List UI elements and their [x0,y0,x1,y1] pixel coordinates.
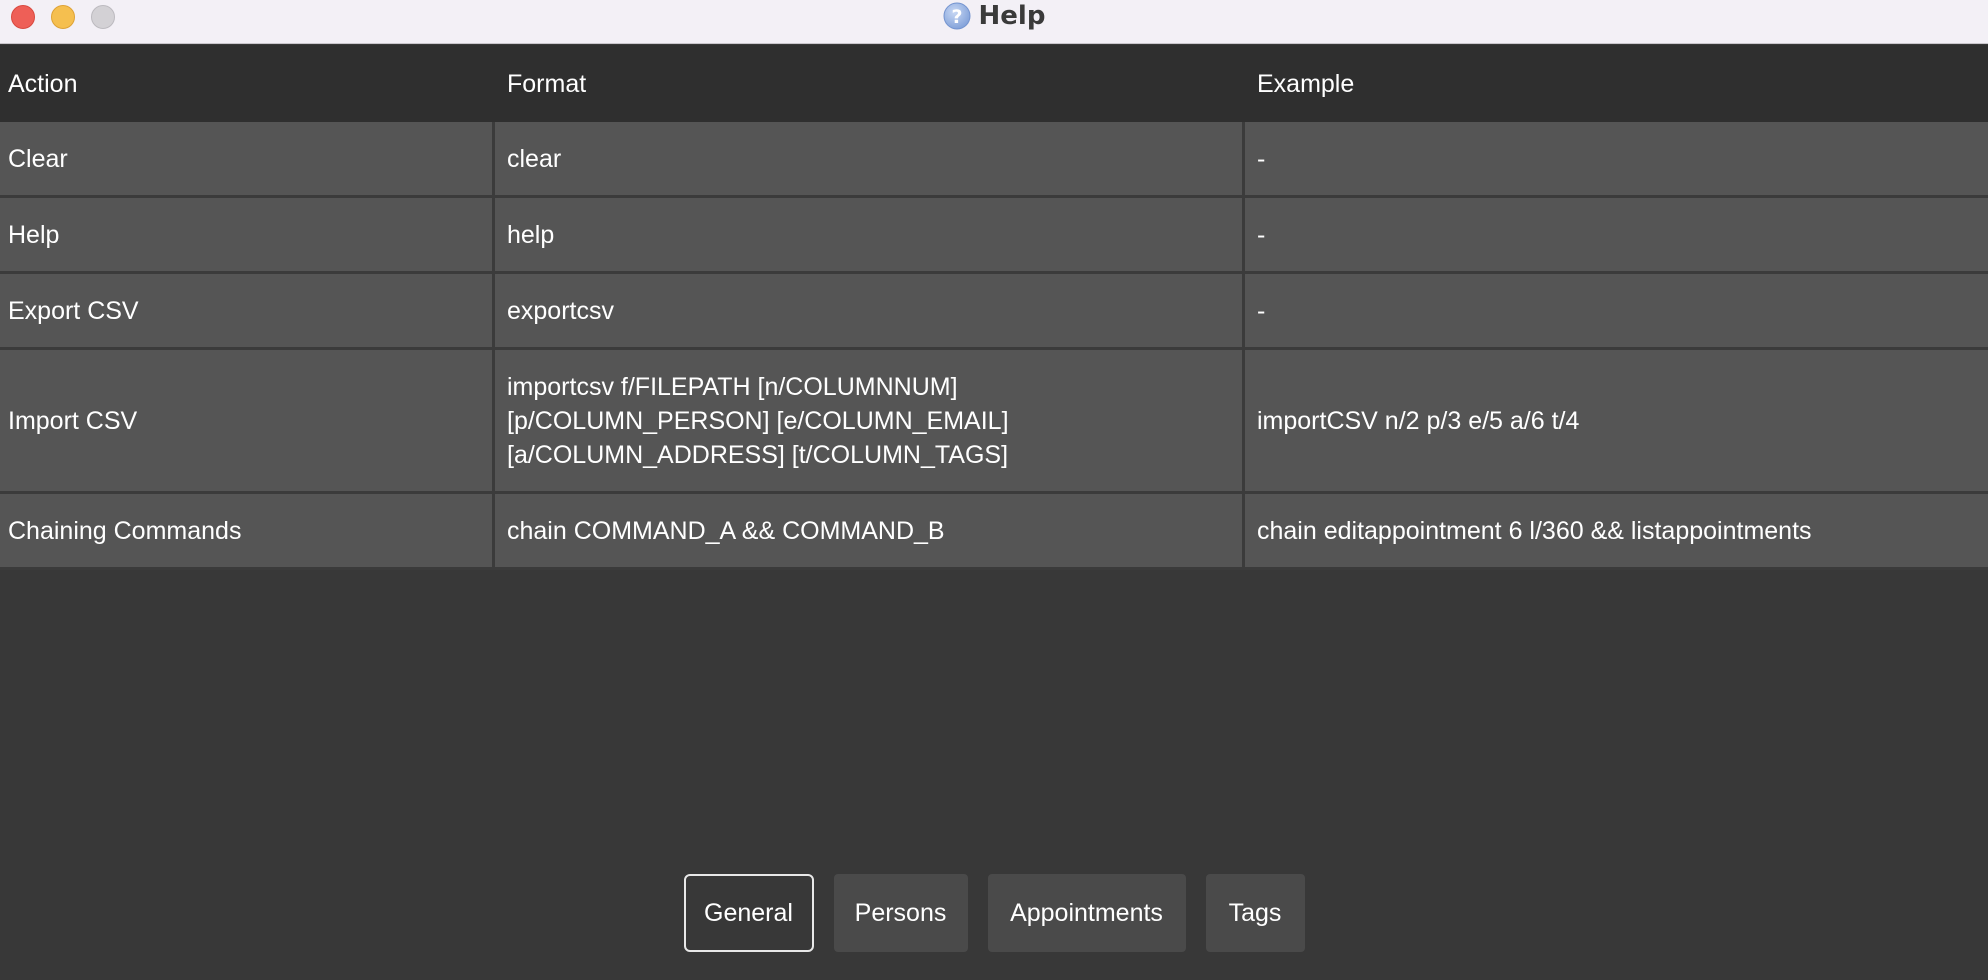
format-cell: importcsv f/FILEPATH [n/COLUMNNUM] [p/CO… [495,350,1245,491]
action-cell: Import CSV [0,350,495,491]
table-row-clear[interactable]: Clear clear - [0,122,1988,198]
format-cell: exportcsv [495,274,1245,347]
example-cell: - [1257,296,1266,325]
window-title: Help [978,1,1046,31]
svg-text:?: ? [951,6,962,28]
format-line: importcsv f/FILEPATH [n/COLUMNNUM] [507,372,958,401]
table-row-import-csv[interactable]: Import CSV importcsv f/FILEPATH [n/COLUM… [0,350,1988,494]
format-cell: help [495,198,1245,271]
help-window: ? Help Action Format Example Clear clear… [0,0,1988,980]
column-header-format[interactable]: Format [495,45,1245,122]
example-cell: chain editappointment 6 l/360 && listapp… [1257,516,1812,545]
window-title-group: ? Help [0,0,1988,32]
column-header-example[interactable]: Example [1245,45,1988,122]
table-row-chaining-commands[interactable]: Chaining Commands chain COMMAND_A && COM… [0,494,1988,570]
tab-general-button[interactable]: General [683,874,814,952]
format-line: [a/COLUMN_ADDRESS] [t/COLUMN_TAGS] [507,440,1009,469]
format-line: [p/COLUMN_PERSON] [e/COLUMN_EMAIL] [507,406,1009,435]
example-cell: importCSV n/2 p/3 e/5 a/6 t/4 [1257,406,1580,435]
table-row-export-csv[interactable]: Export CSV exportcsv - [0,274,1988,350]
action-cell: Export CSV [0,274,495,347]
example-cell: - [1257,144,1266,173]
column-header-action[interactable]: Action [0,45,495,122]
title-bar: ? Help [0,0,1988,44]
tab-appointments-button[interactable]: Appointments [987,874,1186,952]
tab-tags-button[interactable]: Tags [1205,874,1305,952]
format-lines: importcsv f/FILEPATH [n/COLUMNNUM] [p/CO… [507,370,1009,472]
action-cell: Clear [0,122,495,195]
help-category-tabs: General Persons Appointments Tags [0,874,1988,952]
action-cell: Help [0,198,495,271]
action-cell: Chaining Commands [0,494,495,567]
format-cell: clear [495,122,1245,195]
help-command-table: Action Format Example Clear clear - Help… [0,45,1988,570]
tab-persons-button[interactable]: Persons [833,874,968,952]
table-row-help[interactable]: Help help - [0,198,1988,274]
format-cell: chain COMMAND_A && COMMAND_B [495,494,1245,567]
help-question-icon: ? [943,2,971,30]
table-header-row: Action Format Example [0,45,1988,122]
example-cell: - [1257,220,1266,249]
